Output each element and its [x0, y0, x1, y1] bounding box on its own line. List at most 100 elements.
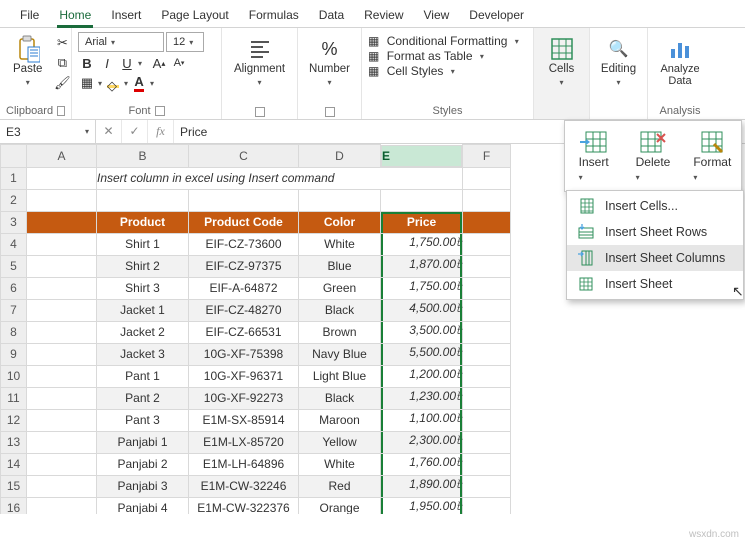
format-painter-button[interactable]: 🖌: [53, 74, 71, 92]
table-row: 15Panjabi 3E1M-CW-32246Red1,890.00৳: [1, 475, 511, 497]
grid-table: ABCDEF 1 Insert column in excel using Inse…: [0, 144, 511, 514]
tab-data[interactable]: Data: [309, 3, 354, 27]
table-header[interactable]: Product Code: [189, 211, 299, 233]
table-row: 4Shirt 1EIF-CZ-73600White1,750.00৳: [1, 233, 511, 255]
underline-button[interactable]: U: [118, 54, 136, 72]
cells-icon: [550, 35, 574, 63]
group-analysis: Analyze Data Analysis: [648, 28, 712, 119]
insert-sheet-rows-item[interactable]: Insert Sheet Rows: [567, 219, 743, 245]
tab-review[interactable]: Review: [354, 3, 413, 27]
insert-cells-icon: [580, 129, 608, 155]
delete-cells-icon: [639, 129, 667, 155]
table-row: 7Jacket 1EIF-CZ-48270Black4,500.00৳: [1, 299, 511, 321]
table-row: 13Panjabi 1E1M-LX-85720Yellow2,300.00৳: [1, 431, 511, 453]
group-label-styles: Styles: [433, 105, 463, 117]
cells-button[interactable]: Cells▾: [542, 32, 582, 91]
name-box[interactable]: E3▾: [0, 120, 96, 143]
cut-button[interactable]: ✂: [53, 34, 71, 52]
table-row: 12Pant 3E1M-SX-85914Maroon1,100.00৳: [1, 409, 511, 431]
insert-submenu: Insert Cells... Insert Sheet Rows Insert…: [566, 190, 744, 300]
tab-page-layout[interactable]: Page Layout: [151, 3, 238, 27]
group-font: Arial▾ 12▾ B I U▾ A▴ A▾ ▦▾ ◇▾ A▾ Font: [72, 28, 222, 119]
watermark: wsxdn.com: [689, 529, 739, 540]
alignment-icon: [249, 35, 271, 63]
tab-view[interactable]: View: [414, 3, 460, 27]
col-header-A[interactable]: A: [27, 145, 97, 168]
analyze-icon: [668, 35, 692, 63]
col-header-F[interactable]: F: [463, 145, 511, 168]
group-label-clipboard: Clipboard: [6, 105, 53, 117]
insert-menu-button[interactable]: Insert▾: [571, 129, 616, 183]
table-row: 14Panjabi 2E1M-LH-64896White1,760.00৳: [1, 453, 511, 475]
group-number: % Number▾: [298, 28, 362, 119]
enter-formula-icon[interactable]: ✓: [122, 120, 148, 143]
format-cells-icon: [700, 129, 724, 155]
paste-label: Paste: [13, 63, 42, 75]
group-alignment: Alignment▾: [222, 28, 298, 119]
insert-sheet-item[interactable]: Insert Sheet: [567, 271, 743, 297]
percent-icon: %: [321, 35, 337, 63]
font-size-select[interactable]: 12▾: [166, 32, 204, 52]
table-header[interactable]: Product: [97, 211, 189, 233]
conditional-formatting-button[interactable]: ▦ Conditional Formatting ▾: [368, 34, 527, 48]
number-button[interactable]: % Number▾: [302, 32, 357, 91]
delete-menu-button[interactable]: Delete▾: [630, 129, 675, 183]
tab-developer[interactable]: Developer: [459, 3, 534, 27]
tab-formulas[interactable]: Formulas: [239, 3, 309, 27]
insert-sheet-columns-item[interactable]: Insert Sheet Columns: [567, 245, 743, 271]
alignment-button[interactable]: Alignment▾: [227, 32, 292, 91]
format-as-table-button[interactable]: ▦ Format as Table ▾: [368, 49, 527, 63]
editing-button[interactable]: 🔍 Editing▾: [594, 32, 643, 91]
bold-button[interactable]: B: [78, 54, 96, 72]
fx-icon[interactable]: fx: [148, 120, 174, 143]
tab-file[interactable]: File: [10, 3, 49, 27]
table-row: 6Shirt 3EIF-A-64872Green1,750.00৳: [1, 277, 511, 299]
insert-cells-icon: [577, 198, 595, 214]
row-header[interactable]: 1: [1, 167, 27, 189]
dialog-launcher-icon[interactable]: [255, 107, 265, 117]
italic-button[interactable]: I: [98, 54, 116, 72]
tab-insert[interactable]: Insert: [101, 3, 151, 27]
table-header[interactable]: Color: [299, 211, 381, 233]
decrease-font-button[interactable]: A▾: [170, 54, 188, 72]
font-color-button[interactable]: A: [130, 74, 148, 92]
fill-color-button[interactable]: ◇: [104, 74, 122, 92]
ribbon-tabs: FileHomeInsertPage LayoutFormulasDataRev…: [0, 0, 745, 28]
dialog-launcher-icon[interactable]: [155, 106, 165, 116]
increase-font-button[interactable]: A▴: [150, 54, 168, 72]
col-header-E[interactable]: E: [381, 145, 462, 167]
group-label-analysis: Analysis: [660, 105, 701, 117]
table-icon: ▦: [368, 49, 379, 63]
table-row: 16Panjabi 4E1M-CW-322376Orange1,950.00৳: [1, 497, 511, 514]
insert-rows-icon: [577, 224, 595, 240]
table-row: 10Pant 110G-XF-96371Light Blue1,200.00৳: [1, 365, 511, 387]
dialog-launcher-icon[interactable]: [57, 106, 65, 116]
insert-cells-item[interactable]: Insert Cells...: [567, 193, 743, 219]
analyze-data-button[interactable]: Analyze Data: [653, 32, 706, 90]
select-all-corner[interactable]: [1, 145, 27, 168]
ribbon: Paste▾ ✂ ⧉ 🖌 Clipboard Arial▾ 12▾ B I U▾…: [0, 28, 745, 120]
cond-format-icon: ▦: [368, 34, 379, 48]
copy-button[interactable]: ⧉: [53, 54, 71, 72]
insert-sheet-icon: [577, 276, 595, 292]
format-menu-button[interactable]: Format▾: [690, 129, 735, 183]
table-header[interactable]: Price: [381, 211, 463, 233]
cell-styles-button[interactable]: ▦ Cell Styles ▾: [368, 64, 527, 78]
tab-home[interactable]: Home: [49, 3, 101, 27]
border-button[interactable]: ▦: [78, 74, 96, 92]
cell-styles-icon: ▦: [368, 64, 379, 78]
paste-button[interactable]: Paste▾: [6, 32, 49, 91]
cancel-formula-icon[interactable]: ✕: [96, 120, 122, 143]
col-header-C[interactable]: C: [189, 145, 299, 168]
col-header-B[interactable]: B: [97, 145, 189, 168]
group-label-font: Font: [128, 105, 150, 117]
col-header-D[interactable]: D: [299, 145, 381, 168]
group-styles: ▦ Conditional Formatting ▾ ▦ Format as T…: [362, 28, 534, 119]
dialog-launcher-icon[interactable]: [325, 107, 335, 117]
group-editing: 🔍 Editing▾: [590, 28, 648, 119]
title-cell[interactable]: Insert column in excel using Insert comm…: [97, 167, 463, 189]
insert-columns-icon: [577, 250, 595, 266]
table-row: 5Shirt 2EIF-CZ-97375Blue1,870.00৳: [1, 255, 511, 277]
table-row: 9Jacket 310G-XF-75398Navy Blue5,500.00৳: [1, 343, 511, 365]
font-name-select[interactable]: Arial▾: [78, 32, 164, 52]
